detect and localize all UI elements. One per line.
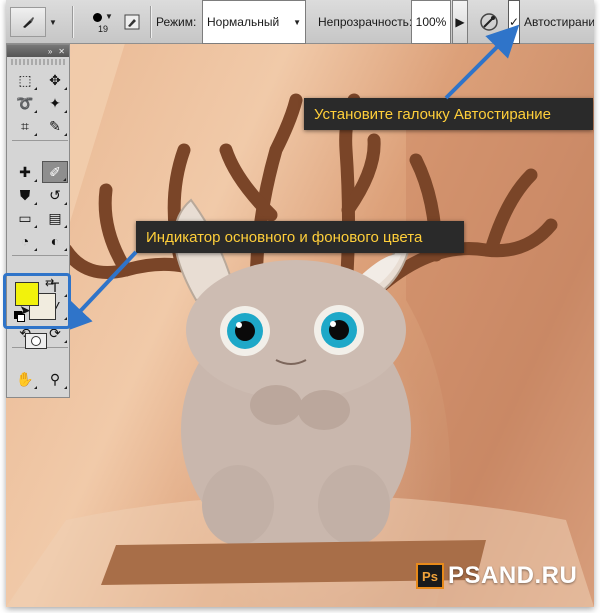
swap-colors-icon[interactable]: ⇄ bbox=[45, 276, 54, 289]
mode-value: Нормальный bbox=[207, 15, 280, 29]
image-canvas: ▼ ▼ 19 Режим: Нормальный ▼ Непрозрачност… bbox=[6, 0, 594, 607]
move-icon[interactable]: ✥ bbox=[42, 69, 68, 91]
brush-size-value: 19 bbox=[97, 23, 108, 34]
tools-panel-grip[interactable] bbox=[11, 59, 65, 65]
opacity-label: Непрозрачность: bbox=[318, 15, 413, 29]
options-bar: ▼ ▼ 19 Режим: Нормальный ▼ Непрозрачност… bbox=[6, 0, 594, 44]
zoom-icon[interactable]: ⚲ bbox=[42, 368, 68, 390]
brush-icon[interactable]: ✐ bbox=[42, 161, 68, 183]
healing-brush-icon[interactable]: ✚ bbox=[12, 161, 38, 183]
default-colors-icon[interactable] bbox=[14, 311, 25, 322]
eyedropper-icon[interactable]: ✎ bbox=[42, 115, 68, 137]
auto-erase-label[interactable]: Автостирание bbox=[524, 0, 594, 44]
watermark: Ps PSAND.RU bbox=[416, 562, 577, 590]
chevron-down-icon: ▼ bbox=[49, 17, 57, 27]
tool-preset-picker[interactable]: ▼ bbox=[10, 0, 66, 44]
tools-divider bbox=[12, 255, 68, 259]
auto-erase-checkbox[interactable]: ✓ bbox=[508, 0, 520, 44]
brush-tool-icon bbox=[10, 7, 46, 37]
brush-preset-picker[interactable]: ▼ 19 bbox=[78, 0, 128, 44]
auto-erase-callout: Установите галочку Автостирание bbox=[304, 98, 593, 130]
eraser-icon[interactable]: ▭ bbox=[12, 207, 38, 229]
brush-tip-icon bbox=[93, 12, 103, 22]
airbrush-toggle[interactable] bbox=[476, 0, 502, 44]
watermark-logo: Ps bbox=[416, 563, 444, 589]
creature-photo bbox=[6, 40, 594, 607]
history-brush-icon[interactable]: ↺ bbox=[42, 184, 68, 206]
close-icon[interactable]: ✕ bbox=[58, 47, 65, 56]
quick-mask-icon bbox=[31, 336, 41, 346]
quick-mask-button[interactable] bbox=[25, 333, 47, 349]
collapse-icon[interactable]: » bbox=[48, 47, 52, 56]
foreground-color-swatch[interactable] bbox=[15, 282, 39, 306]
hand-icon[interactable]: ✋ bbox=[12, 368, 38, 390]
dodge-icon[interactable]: ◐ bbox=[42, 230, 68, 252]
mode-select[interactable]: Нормальный ▼ bbox=[202, 0, 306, 44]
tools-divider bbox=[12, 140, 68, 144]
marquee-icon[interactable]: ⬚ bbox=[12, 69, 38, 91]
watermark-text: PSAND.RU bbox=[448, 562, 578, 589]
clone-stamp-icon[interactable]: ⛊ bbox=[12, 184, 38, 206]
lasso-icon[interactable]: ➰ bbox=[12, 92, 38, 114]
brush-panel-toggle[interactable] bbox=[124, 0, 146, 44]
colors-callout: Индикатор основного и фонового цвета bbox=[136, 221, 464, 253]
checkmark-icon: ✓ bbox=[508, 15, 520, 29]
opacity-input[interactable]: 100% bbox=[411, 0, 451, 44]
mode-label: Режим: bbox=[156, 15, 197, 29]
airbrush-icon bbox=[480, 13, 498, 31]
brush-panel-icon bbox=[124, 14, 140, 30]
tools-panel-header: » ✕ bbox=[7, 45, 69, 57]
magic-wand-icon[interactable]: ✦ bbox=[42, 92, 68, 114]
chevron-down-icon: ▼ bbox=[293, 17, 301, 27]
crop-icon[interactable]: ⌗ bbox=[12, 115, 38, 137]
opacity-slider-button[interactable]: ▶ bbox=[452, 0, 468, 44]
blur-icon[interactable]: ◔ bbox=[12, 230, 38, 252]
gradient-icon[interactable]: ▤ bbox=[42, 207, 68, 229]
chevron-down-icon: ▼ bbox=[105, 11, 113, 21]
